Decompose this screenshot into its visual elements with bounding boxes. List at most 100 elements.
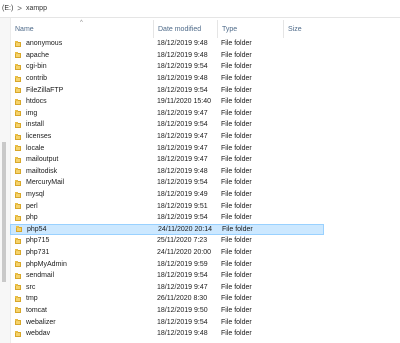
file-name-cell: src	[10, 284, 153, 291]
file-row[interactable]: php 18/12/2019 9:54 File folder	[10, 212, 324, 224]
file-name-cell: phpMyAdmin	[10, 261, 153, 268]
file-row[interactable]: mailtodisk 18/12/2019 9:48 File folder	[10, 166, 324, 178]
file-type: File folder	[221, 306, 252, 314]
file-name: contrib	[26, 75, 48, 83]
file-date: 18/12/2019 9:48	[157, 167, 208, 175]
file-row[interactable]: apache 18/12/2019 9:48 File folder	[10, 50, 324, 62]
address-drive[interactable]: (E:)	[2, 5, 13, 12]
file-name: apache	[26, 51, 49, 59]
file-type: File folder	[221, 144, 252, 152]
column-header-name-label: Name	[15, 25, 34, 33]
file-name: mysql	[26, 191, 45, 199]
file-row[interactable]: contrib 18/12/2019 9:48 File folder	[10, 73, 324, 85]
file-type: File folder	[221, 295, 252, 303]
file-name-cell: cgi-bin	[10, 63, 153, 70]
file-type: File folder	[221, 237, 252, 245]
file-date: 18/12/2019 9:54	[157, 318, 208, 326]
file-row[interactable]: php715 25/11/2020 7:23 File folder	[10, 235, 324, 247]
file-row[interactable]: php54 24/11/2020 20:14 File folder	[10, 223, 324, 236]
file-name-cell: tmp	[10, 295, 153, 302]
file-type: File folder	[221, 214, 252, 222]
column-header-type[interactable]: Type	[217, 20, 283, 38]
folder-icon	[15, 156, 21, 163]
file-row[interactable]: webalizer 18/12/2019 9:54 File folder	[10, 316, 324, 328]
file-type: File folder	[221, 86, 252, 94]
column-header-date[interactable]: Date modified	[153, 20, 217, 38]
folder-icon	[15, 191, 21, 198]
file-name-cell: tomcat	[10, 307, 153, 314]
file-name: webalizer	[26, 318, 56, 326]
file-row[interactable]: phpMyAdmin 18/12/2019 9:59 File folder	[10, 258, 324, 270]
sort-up-icon: ^	[80, 20, 83, 26]
file-date: 18/12/2019 9:54	[157, 63, 208, 71]
file-row[interactable]: install 18/12/2019 9:54 File folder	[10, 119, 324, 131]
folder-icon	[15, 203, 21, 210]
file-row[interactable]: img 18/12/2019 9:47 File folder	[10, 108, 324, 120]
file-name: php54	[27, 225, 47, 233]
file-type: File folder	[221, 63, 252, 71]
file-row[interactable]: mailoutput 18/12/2019 9:47 File folder	[10, 154, 324, 166]
column-header-date-label: Date modified	[158, 25, 202, 33]
file-name-cell: perl	[10, 203, 153, 210]
file-name-cell: img	[10, 110, 153, 117]
file-row[interactable]: MercuryMail 18/12/2019 9:54 File folder	[10, 177, 324, 189]
file-name-cell: mailoutput	[10, 156, 153, 163]
file-date: 18/12/2019 9:47	[157, 283, 208, 291]
folder-icon	[16, 226, 22, 233]
file-name: MercuryMail	[26, 179, 65, 187]
file-name: FileZillaFTP	[26, 86, 64, 94]
folder-icon	[15, 237, 21, 244]
navigation-scrollbar[interactable]	[2, 142, 6, 282]
file-name: htdocs	[26, 98, 47, 106]
file-name: tomcat	[26, 306, 48, 314]
file-date: 19/11/2020 15:40	[157, 98, 211, 106]
folder-icon	[15, 52, 21, 59]
column-header-name[interactable]: Name ^	[10, 20, 153, 38]
file-name-cell: contrib	[10, 75, 153, 82]
file-row[interactable]: mysql 18/12/2019 9:49 File folder	[10, 189, 324, 201]
file-date: 25/11/2020 7:23	[157, 237, 208, 245]
file-type: File folder	[221, 283, 252, 291]
folder-icon	[15, 284, 21, 291]
file-row[interactable]: licenses 18/12/2019 9:47 File folder	[10, 131, 324, 143]
file-row[interactable]: sendmail 18/12/2019 9:54 File folder	[10, 270, 324, 282]
file-name-cell: sendmail	[10, 272, 153, 279]
file-date: 18/12/2019 9:47	[157, 156, 208, 164]
file-date: 18/12/2019 9:54	[157, 214, 208, 222]
file-row[interactable]: FileZillaFTP 18/12/2019 9:54 File folder	[10, 84, 324, 96]
file-type: File folder	[221, 133, 252, 141]
file-row[interactable]: webdav 18/12/2019 9:48 File folder	[10, 328, 324, 340]
file-row[interactable]: locale 18/12/2019 9:47 File folder	[10, 142, 324, 154]
file-name-cell: php	[10, 214, 153, 221]
file-date: 18/12/2019 9:48	[157, 51, 208, 59]
file-type: File folder	[221, 179, 252, 187]
file-row[interactable]: anonymous 18/12/2019 9:48 File folder	[10, 38, 324, 50]
file-type: File folder	[221, 318, 252, 326]
folder-icon	[15, 307, 21, 314]
file-name: php715	[26, 237, 50, 245]
file-type: File folder	[221, 156, 252, 164]
folder-icon	[15, 214, 21, 221]
file-type: File folder	[221, 248, 252, 256]
column-header-size[interactable]: Size	[283, 20, 343, 38]
file-row[interactable]: perl 18/12/2019 9:51 File folder	[10, 200, 324, 212]
file-type: File folder	[221, 202, 252, 210]
file-date: 18/12/2019 9:48	[157, 40, 208, 48]
file-row[interactable]: tomcat 18/12/2019 9:50 File folder	[10, 305, 324, 317]
file-type: File folder	[221, 330, 252, 338]
file-row[interactable]: htdocs 19/11/2020 15:40 File folder	[10, 96, 324, 108]
file-name: sendmail	[26, 272, 55, 280]
address-bar[interactable]: (E:) > xampp	[0, 0, 400, 18]
file-name: src	[26, 283, 36, 291]
file-name: licenses	[26, 133, 52, 141]
file-row[interactable]: tmp 26/11/2020 8:30 File folder	[10, 293, 324, 305]
file-row[interactable]: cgi-bin 18/12/2019 9:54 File folder	[10, 61, 324, 73]
file-type: File folder	[221, 191, 252, 199]
address-folder[interactable]: xampp	[26, 5, 47, 12]
file-row[interactable]: php731 24/11/2020 20:00 File folder	[10, 247, 324, 259]
folder-icon	[15, 319, 21, 326]
file-name-cell: mailtodisk	[10, 168, 153, 175]
file-date: 18/12/2019 9:49	[157, 191, 208, 199]
file-row[interactable]: src 18/12/2019 9:47 File folder	[10, 281, 324, 293]
file-name: phpMyAdmin	[26, 260, 67, 268]
